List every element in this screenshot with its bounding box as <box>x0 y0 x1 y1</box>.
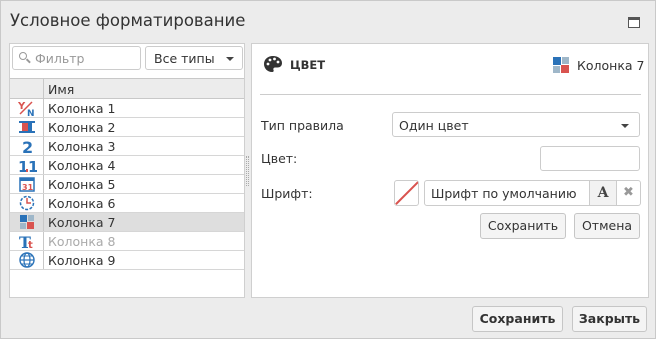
columns-panel: Все типы Имя YN Колонка 1 Колонка 2 2 К <box>9 43 245 298</box>
column-row[interactable]: YN Колонка 1 <box>10 99 244 119</box>
column-row[interactable]: Tt Колонка 8 <box>10 232 244 252</box>
svg-text:2: 2 <box>22 138 33 154</box>
color-input[interactable] <box>540 146 640 171</box>
column-label: Колонка 6 <box>48 196 116 211</box>
column-row[interactable]: Колонка 2 <box>10 118 244 137</box>
font-label: Шрифт: <box>261 186 313 201</box>
svg-text:31: 31 <box>22 183 34 192</box>
dialog-title: Условное форматирование <box>10 11 246 30</box>
columns-grid: Имя YN Колонка 1 Колонка 2 2 Колонка 3 1… <box>10 78 244 270</box>
chevron-down-icon <box>621 124 629 128</box>
svg-text:1: 1 <box>28 158 37 173</box>
column-label: Колонка 1 <box>48 101 116 116</box>
conditional-formatting-dialog: Условное форматирование Все типы Имя YN … <box>0 0 656 339</box>
divider <box>260 94 641 95</box>
color-label: Цвет: <box>261 151 298 166</box>
title-bar: Условное форматирование <box>1 1 655 43</box>
column-label: Колонка 7 <box>48 215 116 230</box>
chevron-down-icon <box>226 57 234 61</box>
maximize-icon[interactable] <box>628 17 640 28</box>
font-value: Шрифт по умолчанию <box>431 186 577 201</box>
color-grid-icon <box>552 56 570 74</box>
dialog-save-button[interactable]: Сохранить <box>472 306 563 332</box>
svg-text:N: N <box>27 109 35 116</box>
filter-field[interactable] <box>12 46 141 70</box>
number-2-icon: 2 <box>17 138 37 157</box>
rule-save-button[interactable]: Сохранить <box>480 213 566 239</box>
clock-icon <box>17 195 37 211</box>
decimal-icon: 11 <box>17 157 38 176</box>
grid-header: Имя <box>10 78 244 99</box>
font-picker-button[interactable]: A <box>589 181 616 205</box>
column-label: Колонка 8 <box>48 234 116 249</box>
font-field[interactable]: Шрифт по умолчанию A ✖ <box>424 180 641 206</box>
name-column-header[interactable]: Имя <box>48 82 74 97</box>
rule-type-select[interactable]: Один цвет <box>392 112 640 137</box>
color-grid-icon <box>17 214 37 230</box>
calendar-icon: 31 <box>17 176 37 192</box>
column-label: Колонка 5 <box>48 177 116 192</box>
font-color-swatch[interactable] <box>394 180 419 206</box>
column-row[interactable]: Колонка 9 <box>10 251 244 270</box>
bar-column-icon <box>17 119 37 135</box>
column-label: Колонка 3 <box>48 139 116 154</box>
search-icon <box>19 52 31 64</box>
type-filter-value: Все типы <box>154 51 215 66</box>
dialog-close-button[interactable]: Закрыть <box>572 306 647 332</box>
rule-type-value: Один цвет <box>399 118 469 133</box>
column-row[interactable]: Колонка 7 <box>10 213 244 232</box>
rule-editor-panel: ЦВЕТ Колонка 7 Тип правила Один цвет Цве… <box>251 43 649 298</box>
no-color-icon <box>395 181 418 205</box>
filter-input[interactable] <box>35 50 135 66</box>
column-label: Колонка 2 <box>48 120 116 135</box>
column-label: Колонка 9 <box>48 253 116 268</box>
column-row[interactable]: Колонка 6 <box>10 194 244 213</box>
column-row[interactable]: 2 Колонка 3 <box>10 137 244 157</box>
type-filter-select[interactable]: Все типы <box>145 46 243 70</box>
rule-type-label: Тип правила <box>261 118 344 133</box>
rule-cancel-button[interactable]: Отмена <box>574 213 640 239</box>
panel-splitter[interactable] <box>246 156 249 186</box>
globe-icon <box>17 252 37 268</box>
svg-text:t: t <box>28 240 33 249</box>
text-type-icon: Tt <box>17 233 37 252</box>
clear-font-icon[interactable]: ✖ <box>616 181 640 205</box>
text-yn-icon: YN <box>17 100 37 119</box>
palette-icon <box>263 55 283 73</box>
column-row[interactable]: 11 Колонка 4 <box>10 156 244 176</box>
column-label: Колонка 4 <box>48 158 116 173</box>
column-row[interactable]: 31 Колонка 5 <box>10 175 244 194</box>
rule-section-title: ЦВЕТ <box>290 58 326 72</box>
selected-column-label: Колонка 7 <box>577 58 645 73</box>
